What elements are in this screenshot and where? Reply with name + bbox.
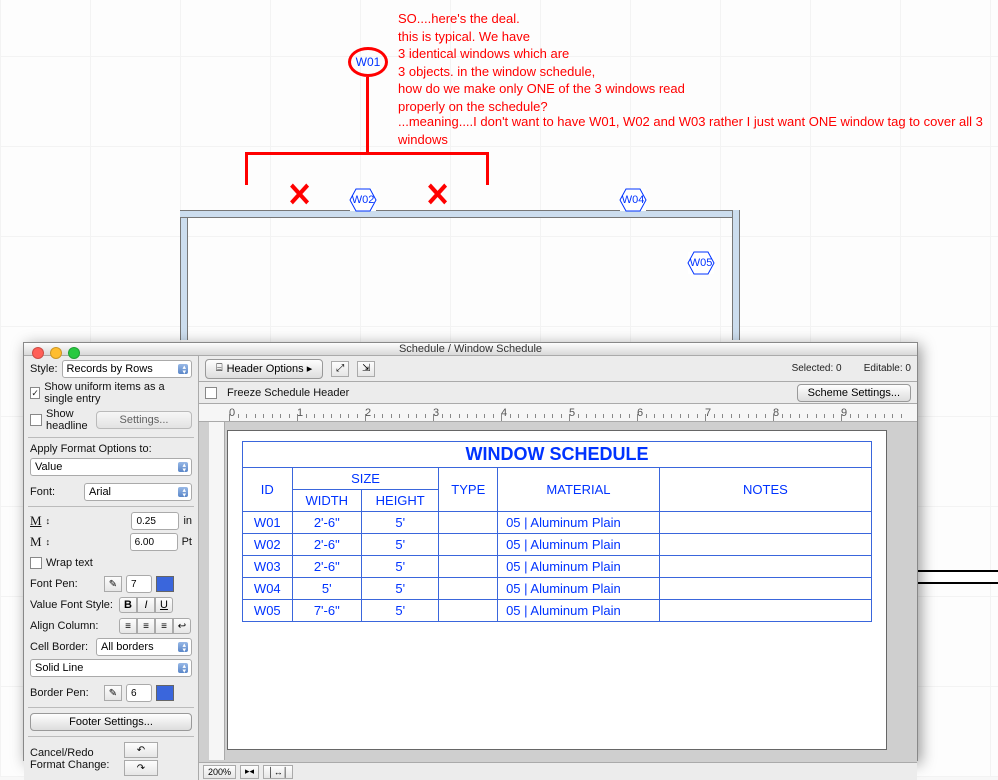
schedule-toolbar: ⌸Header Options ▸ ⤢ ⇲ Selected: 0 Editab… [199, 356, 917, 382]
table-row[interactable]: W012'-6"5'05 | Aluminum Plain [243, 512, 872, 534]
table-row[interactable]: W032'-6"5'05 | Aluminum Plain [243, 556, 872, 578]
value-font-style-label: Value Font Style: [30, 599, 115, 611]
window-tag-w05[interactable]: W05 [688, 252, 714, 274]
freeze-header-label: Freeze Schedule Header [227, 387, 349, 399]
wrap-text-checkbox[interactable] [30, 557, 42, 569]
scheme-settings-button[interactable]: Scheme Settings... [797, 384, 911, 402]
align-right-button[interactable]: ≡ [155, 618, 173, 634]
align-left-button[interactable]: ≡ [119, 618, 137, 634]
header-options-button[interactable]: ⌸Header Options ▸ [205, 359, 323, 379]
annotation-bracket [245, 152, 489, 155]
apply-format-label: Apply Format Options to: [30, 443, 192, 455]
col-size[interactable]: SIZE [292, 468, 439, 490]
row-height-input[interactable]: 0.25 [131, 512, 179, 530]
font-pen-label: Font Pen: [30, 578, 100, 590]
pen-icon[interactable]: ✎ [104, 685, 122, 701]
wrap-text-label: Wrap text [46, 557, 93, 569]
wall [180, 210, 740, 218]
format-sidebar: Style: Records by Rows▴▾ ✓ Show uniform i… [24, 356, 199, 780]
x-mark-icon: ✕ [425, 176, 450, 215]
footer-settings-button[interactable]: Footer Settings... [30, 713, 192, 731]
align-wrap-button[interactable]: ↩ [173, 618, 191, 634]
show-headline-checkbox[interactable] [30, 414, 42, 426]
zoom-icon[interactable] [68, 347, 80, 359]
font-select[interactable]: Arial▴▾ [84, 483, 192, 501]
unit-label: Pt [182, 536, 192, 548]
show-uniform-label: Show uniform items as a single entry [44, 381, 192, 405]
font-pen-color[interactable] [156, 576, 174, 592]
window-schedule-table: WINDOW SCHEDULE ID SIZE TYPE MATERIAL NO… [242, 441, 872, 622]
annotation-main: SO....here's the deal.this is typical. W… [398, 10, 958, 115]
pen-icon[interactable]: ✎ [104, 576, 122, 592]
col-type[interactable]: TYPE [439, 468, 498, 512]
border-pen-label: Border Pen: [30, 687, 100, 699]
bold-button[interactable]: B [119, 597, 137, 613]
editable-count: Editable: 0 [864, 363, 911, 374]
vertical-ruler[interactable] [209, 422, 225, 760]
merge-button[interactable]: ⇲ [357, 361, 375, 377]
table-row[interactable]: W045'5'05 | Aluminum Plain [243, 578, 872, 600]
table-row[interactable]: W022'-6"5'05 | Aluminum Plain [243, 534, 872, 556]
col-notes[interactable]: NOTES [659, 468, 871, 512]
font-pen-input[interactable]: 7 [126, 575, 152, 593]
undo-button[interactable]: ↶ [124, 742, 158, 758]
unit-label: in [183, 515, 192, 527]
style-label: Style: [30, 363, 58, 375]
annotation-sub: ...meaning....I don't want to have W01, … [398, 113, 998, 148]
border-pen-color[interactable] [156, 685, 174, 701]
col-height[interactable]: HEIGHT [361, 490, 439, 512]
font-label: Font: [30, 486, 80, 498]
selected-count: Selected: 0 [792, 363, 842, 374]
col-width[interactable]: WIDTH [292, 490, 361, 512]
dialog-titlebar[interactable]: Schedule / Window Schedule [24, 343, 917, 356]
border-pen-input[interactable]: 6 [126, 684, 152, 702]
minimize-icon[interactable] [50, 347, 62, 359]
schedule-subbar: Freeze Schedule Header Scheme Settings..… [199, 382, 917, 404]
show-headline-label: Show headline [46, 408, 92, 432]
freeze-header-checkbox[interactable] [205, 387, 217, 399]
annotation-bracket-end [486, 155, 489, 185]
cell-border-label: Cell Border: [30, 641, 92, 653]
wall [732, 210, 740, 340]
schedule-bottombar: 200% ▸◂ │↔│ [199, 762, 917, 780]
restructure-button[interactable]: ⤢ [331, 361, 349, 377]
horizontal-ruler[interactable]: 0123456789 [199, 404, 917, 422]
font-size-input[interactable]: 6.00 [130, 533, 178, 551]
annotation-leader [366, 77, 369, 155]
cancel-redo-label: Cancel/Redo Format Change: [30, 747, 120, 771]
schedule-viewport[interactable]: WINDOW SCHEDULE ID SIZE TYPE MATERIAL NO… [199, 422, 917, 780]
apply-format-select[interactable]: Value▴▾ [30, 458, 192, 476]
line-style-select[interactable]: Solid Line▴▾ [30, 659, 192, 677]
wall [918, 570, 998, 584]
wall [180, 210, 188, 340]
style-select[interactable]: Records by Rows▴▾ [62, 360, 192, 378]
schedule-main-area: ⌸Header Options ▸ ⤢ ⇲ Selected: 0 Editab… [199, 356, 917, 780]
headline-settings-button[interactable]: Settings... [96, 411, 192, 429]
schedule-paper: WINDOW SCHEDULE ID SIZE TYPE MATERIAL NO… [227, 430, 887, 750]
x-mark-icon: ✕ [287, 176, 312, 215]
schedule-title: WINDOW SCHEDULE [243, 442, 872, 468]
align-center-button[interactable]: ≡ [137, 618, 155, 634]
col-id[interactable]: ID [243, 468, 293, 512]
col-material[interactable]: MATERIAL [498, 468, 660, 512]
window-tag-w02[interactable]: W02 [350, 189, 376, 211]
schedule-dialog: Schedule / Window Schedule Style: Record… [23, 342, 918, 761]
underline-button[interactable]: U [155, 597, 173, 613]
window-tag-w04[interactable]: W04 [620, 189, 646, 211]
italic-button[interactable]: I [137, 597, 155, 613]
annotation-bracket-end [245, 155, 248, 185]
window-tag-w01-callout: W01 [348, 47, 388, 77]
align-column-label: Align Column: [30, 620, 115, 632]
cell-border-select[interactable]: All borders▴▾ [96, 638, 192, 656]
dialog-title: Schedule / Window Schedule [399, 343, 542, 355]
show-uniform-checkbox[interactable]: ✓ [30, 387, 40, 399]
close-icon[interactable] [32, 347, 44, 359]
table-row[interactable]: W057'-6"5'05 | Aluminum Plain [243, 600, 872, 622]
redo-button[interactable]: ↷ [124, 760, 158, 776]
